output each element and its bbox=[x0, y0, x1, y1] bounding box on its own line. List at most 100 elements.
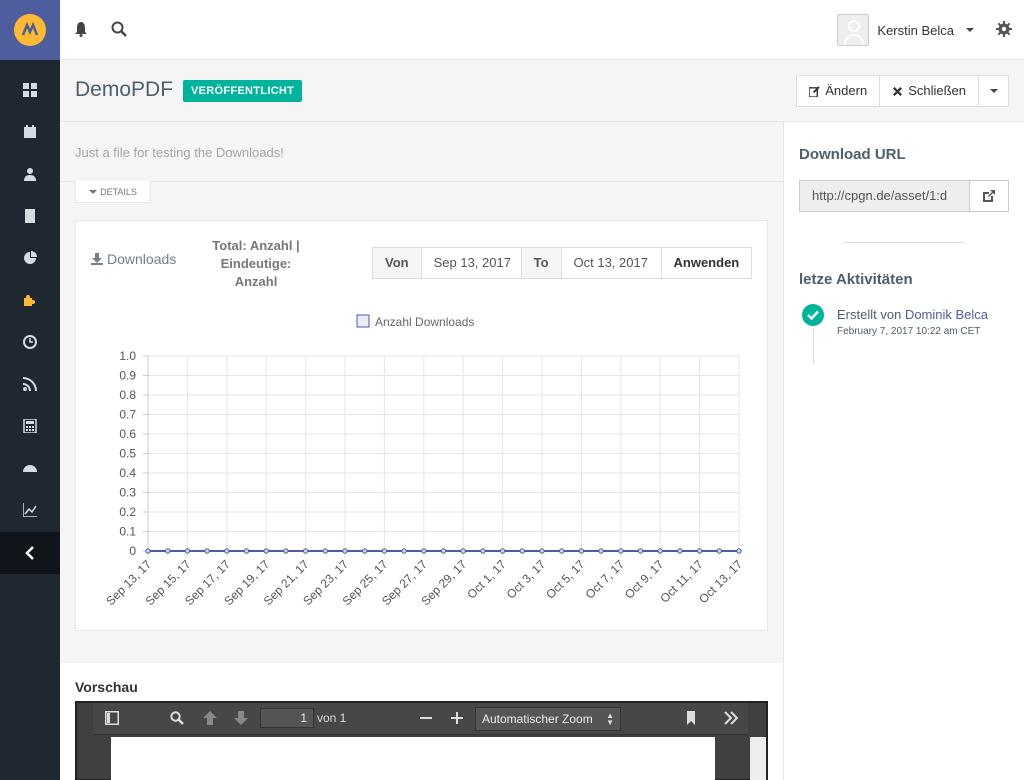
date-to-label: To bbox=[521, 248, 562, 278]
sidebar-item-points[interactable] bbox=[0, 405, 60, 447]
pie-chart-icon bbox=[24, 251, 37, 264]
x-tick-label: Oct 1, 17 bbox=[464, 557, 509, 602]
data-point bbox=[381, 548, 388, 554]
user-name: Kerstin Belca bbox=[877, 22, 954, 38]
activity-date: February 7, 2017 10:22 am CET bbox=[837, 326, 981, 337]
zoom-select[interactable]: Automatischer Zoom ▲ ▼ bbox=[475, 707, 621, 731]
y-tick-label: 0.5 bbox=[119, 447, 136, 461]
data-point bbox=[165, 548, 171, 554]
data-point bbox=[302, 548, 309, 554]
bell-icon bbox=[75, 22, 87, 37]
data-point bbox=[342, 548, 348, 554]
recent-activity-title: letze Aktivitäten bbox=[799, 271, 913, 288]
data-point bbox=[401, 548, 407, 554]
close-icon bbox=[893, 86, 903, 96]
sidebar-nav bbox=[0, 60, 60, 531]
search-icon bbox=[111, 21, 127, 37]
page-number-input[interactable]: 1 bbox=[260, 708, 314, 728]
search-button[interactable] bbox=[111, 21, 127, 40]
sidebar-collapse-button[interactable] bbox=[0, 532, 60, 574]
data-point bbox=[283, 548, 289, 554]
sidebar-item-dashboard[interactable] bbox=[0, 69, 60, 111]
data-point bbox=[716, 548, 722, 554]
sidebar-item-stages[interactable] bbox=[0, 447, 60, 489]
divider bbox=[60, 181, 783, 182]
chevron-down-icon bbox=[989, 89, 998, 93]
top-header: Kerstin Belca bbox=[60, 0, 1024, 60]
data-point bbox=[263, 548, 269, 554]
zoom-select-value: Automatischer Zoom bbox=[482, 712, 593, 726]
sidebar-item-reports[interactable] bbox=[0, 237, 60, 279]
data-point bbox=[677, 548, 683, 554]
sidebar-item-companies[interactable] bbox=[0, 195, 60, 237]
zoom-out-button[interactable] bbox=[419, 711, 433, 728]
data-point bbox=[499, 548, 506, 554]
sidebar bbox=[0, 0, 60, 780]
data-point bbox=[598, 548, 604, 554]
bookmark-button[interactable] bbox=[684, 711, 698, 728]
logo-icon bbox=[14, 14, 46, 46]
data-point bbox=[559, 548, 565, 554]
sidebar-item-components[interactable] bbox=[0, 279, 60, 321]
apply-button[interactable]: Anwenden bbox=[661, 248, 752, 278]
download-url-group: http://cpgn.de/asset/1:d bbox=[799, 180, 1009, 212]
more-actions-button[interactable] bbox=[978, 75, 1009, 107]
data-point bbox=[539, 548, 545, 554]
chevron-left-icon bbox=[25, 546, 34, 560]
x-tick-label: Oct 3, 17 bbox=[504, 557, 549, 602]
activity-prefix: Erstellt von bbox=[837, 307, 902, 322]
sidebar-item-history[interactable] bbox=[0, 321, 60, 363]
avatar bbox=[837, 14, 870, 46]
notifications-button[interactable] bbox=[73, 21, 89, 40]
app-logo[interactable] bbox=[0, 0, 60, 60]
select-arrows-icon: ▲ ▼ bbox=[606, 711, 614, 727]
data-point bbox=[440, 548, 447, 554]
y-tick-label: 0.9 bbox=[119, 369, 136, 383]
totals-line-1: Total: Anzahl | bbox=[212, 238, 300, 253]
activity-user-link[interactable]: Dominik Belca bbox=[905, 307, 988, 322]
main-content: Just a file for testing the Downloads! D… bbox=[60, 122, 783, 780]
data-point bbox=[637, 548, 644, 554]
page-count: von 1 bbox=[317, 711, 347, 725]
sidebar-item-calendar[interactable] bbox=[0, 111, 60, 153]
toggle-sidebar-button[interactable] bbox=[105, 711, 119, 728]
sidebar-item-contacts[interactable] bbox=[0, 153, 60, 195]
next-page-button[interactable] bbox=[234, 711, 248, 728]
double-chevron-right-icon bbox=[724, 711, 739, 725]
asset-description: Just a file for testing the Downloads! bbox=[75, 145, 284, 160]
downloads-title: Downloads bbox=[91, 251, 176, 267]
y-tick-label: 1.0 bbox=[119, 349, 136, 363]
date-to-input[interactable]: Oct 13, 2017 bbox=[561, 248, 662, 278]
sidebar-item-analytics[interactable] bbox=[0, 489, 60, 531]
close-button[interactable]: Schließen bbox=[879, 75, 979, 107]
previous-page-button[interactable] bbox=[203, 711, 217, 728]
user-menu[interactable]: Kerstin Belca bbox=[837, 14, 974, 46]
legend-swatch bbox=[356, 314, 370, 328]
downloads-chart: Anzahl Downloads 1.0 0.9 0.8 0.7 0.6 0.5 0.4 0.3… bbox=[103, 314, 745, 608]
page-header: DemoPDF VERÖFFENTLICHT Ändern Schließen bbox=[60, 60, 1024, 122]
open-url-button[interactable] bbox=[970, 181, 1008, 211]
totals-line-2: Eindeutige: bbox=[220, 256, 292, 271]
puzzle-icon bbox=[24, 295, 35, 306]
dashboard-icon bbox=[23, 83, 37, 97]
data-point bbox=[480, 548, 486, 554]
sidebar-item-channels[interactable] bbox=[0, 363, 60, 405]
download-url-input[interactable]: http://cpgn.de/asset/1:d bbox=[800, 181, 970, 211]
y-tick-label: 0.1 bbox=[119, 525, 136, 539]
settings-button[interactable] bbox=[996, 21, 1012, 40]
line-chart-icon bbox=[23, 503, 37, 517]
bookmark-icon bbox=[687, 711, 695, 725]
tools-button[interactable] bbox=[724, 711, 739, 728]
edit-button-label: Ändern bbox=[825, 83, 868, 98]
details-toggle[interactable]: DETAILS bbox=[75, 181, 151, 203]
zoom-in-button[interactable] bbox=[450, 711, 464, 728]
minus-icon bbox=[420, 717, 432, 719]
find-button[interactable] bbox=[170, 711, 184, 728]
sidebar-toggle-icon bbox=[105, 711, 119, 725]
chevron-down-icon bbox=[966, 28, 974, 32]
date-from-input[interactable]: Sep 13, 2017 bbox=[421, 248, 522, 278]
pdf-page bbox=[111, 737, 715, 780]
pdf-scrollbar[interactable] bbox=[750, 737, 766, 780]
edit-button[interactable]: Ändern bbox=[796, 75, 881, 107]
downloads-title-label: Downloads bbox=[107, 251, 177, 267]
